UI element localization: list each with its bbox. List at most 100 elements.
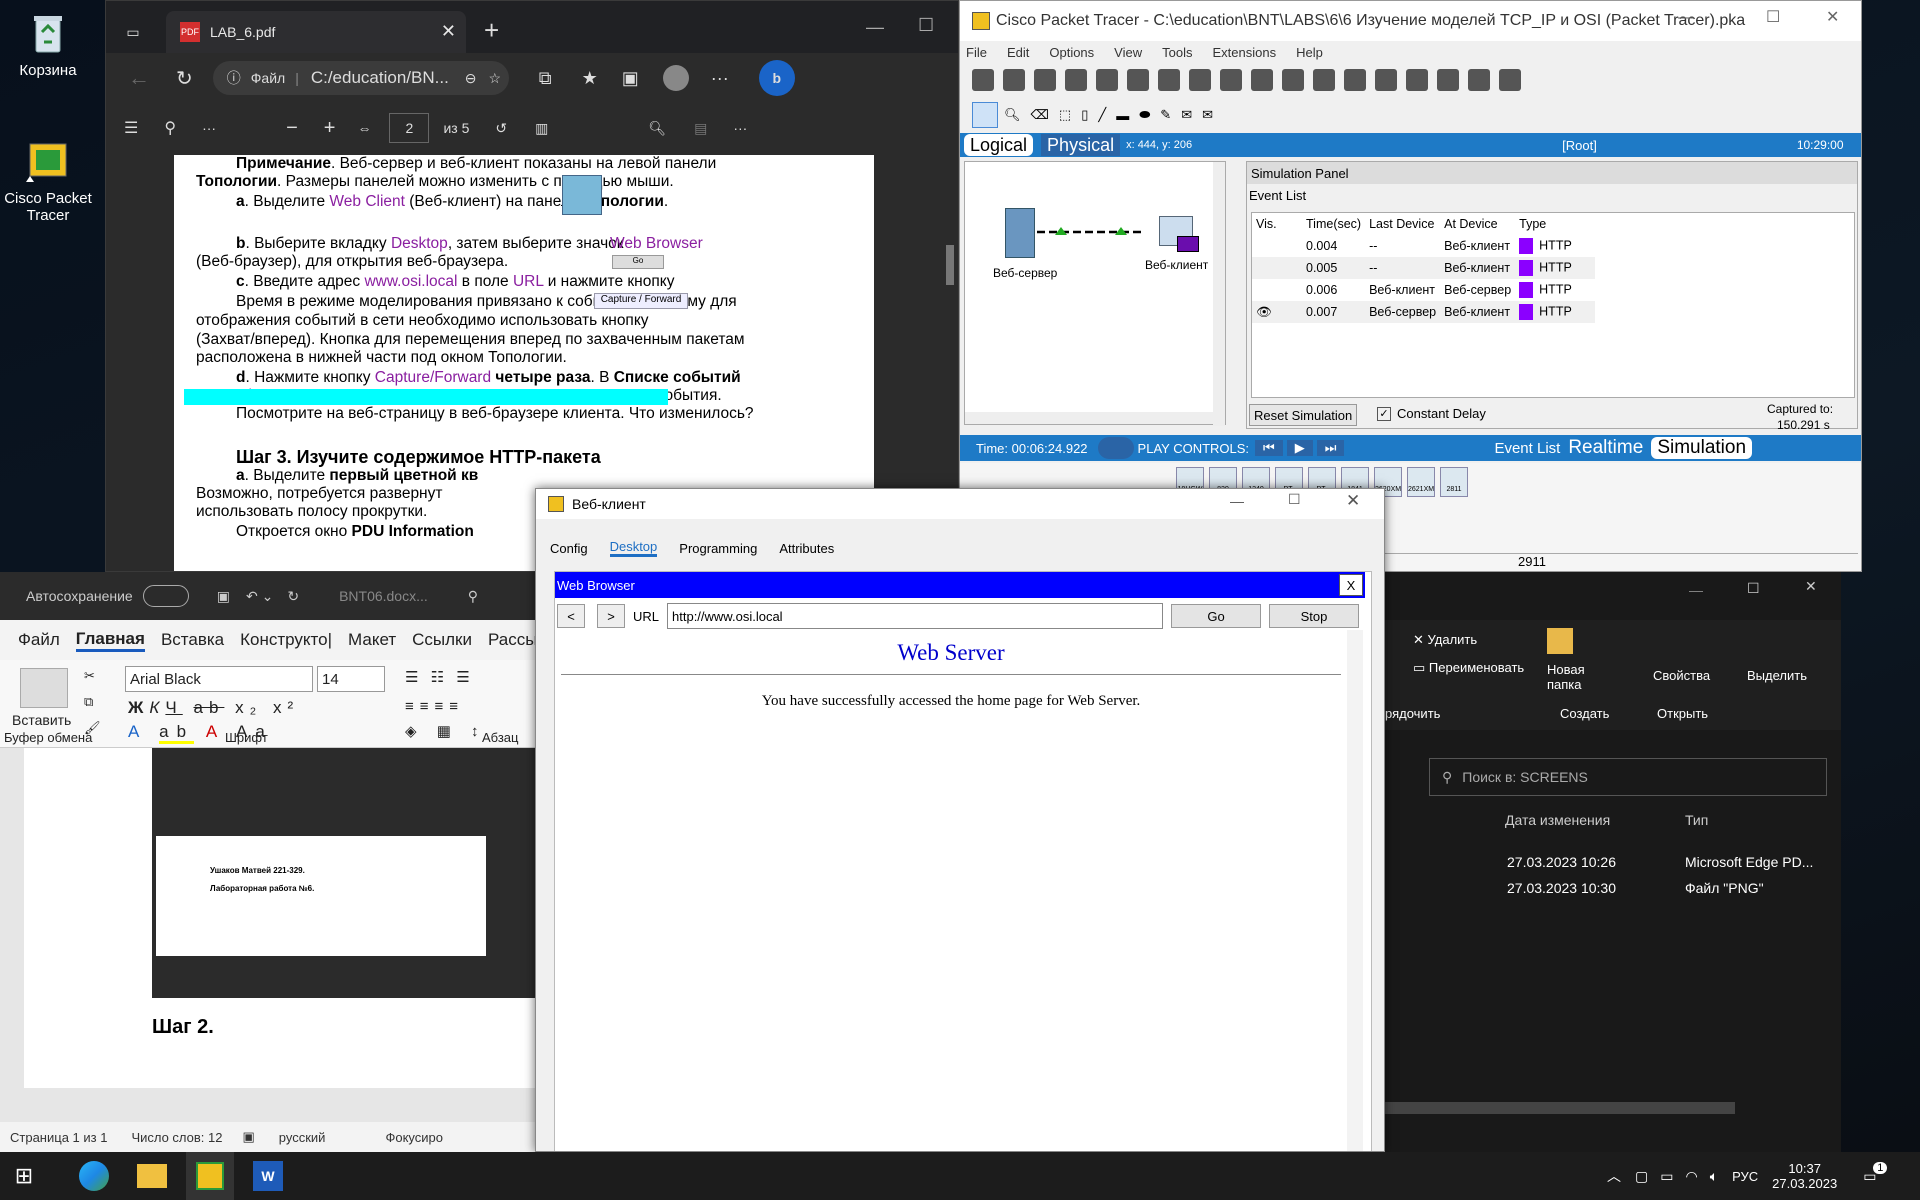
topology-canvas[interactable]: Веб-сервер Веб-клиент — [964, 161, 1226, 426]
search-icon[interactable]: ⚲ — [468, 588, 478, 605]
vis-cell[interactable] — [1252, 279, 1302, 301]
maximize-icon[interactable]: ☐ — [1766, 7, 1780, 27]
vis-cell[interactable] — [1252, 235, 1302, 257]
ribbon-tab[interactable]: Файл — [18, 630, 60, 650]
menu-item[interactable]: File — [966, 45, 987, 60]
page-view-icon[interactable]: ▥ — [535, 120, 548, 137]
inspect-icon[interactable]: 🔍︎ — [1004, 107, 1021, 123]
status-focus[interactable]: Фокусиро — [385, 1130, 443, 1145]
favorites-icon[interactable]: ★ — [582, 68, 598, 89]
column-header[interactable]: At Device — [1440, 213, 1515, 235]
fit-page-icon[interactable]: ⇔ — [357, 120, 371, 136]
notification-icon[interactable]: ▭ 1 — [1863, 1161, 1888, 1185]
packet-tracer-taskbar-icon[interactable] — [186, 1152, 234, 1200]
close-icon[interactable]: ✕ — [1826, 7, 1839, 27]
search-box[interactable]: ⚲ Поиск в: SCREENS — [1429, 758, 1827, 796]
extensions-icon[interactable]: ⧉ — [539, 68, 552, 89]
ribbon-tab[interactable]: Вставка — [161, 630, 224, 650]
col-type[interactable]: Тип — [1685, 812, 1708, 828]
more-tools-icon[interactable]: ··· — [202, 120, 216, 136]
play-icon[interactable]: ▶ — [1286, 440, 1313, 456]
close-icon[interactable]: ✕ — [1805, 578, 1817, 595]
maximize-icon[interactable]: ☐ — [1747, 580, 1760, 597]
tab-config[interactable]: Config — [550, 541, 588, 556]
tray-meet-icon[interactable]: ▢ — [1635, 1168, 1648, 1185]
save-icon[interactable]: ▤ — [694, 120, 707, 137]
topology-hscroll[interactable] — [965, 412, 1213, 424]
edge-tab[interactable]: PDF LAB_6.pdf ✕ — [166, 11, 466, 53]
ribbon-tab[interactable]: Главная — [75, 629, 145, 652]
tab-actions-icon[interactable]: ▭ — [120, 19, 146, 45]
copy-icon[interactable] — [1189, 69, 1211, 91]
physical-tab[interactable]: Physical — [1041, 134, 1121, 156]
delete-icon[interactable]: ⌫ — [1031, 107, 1049, 123]
bing-icon[interactable]: b — [758, 60, 795, 96]
minimize-icon[interactable]: — — [1689, 582, 1703, 598]
zoom-in-icon[interactable] — [1313, 69, 1335, 91]
cluster-icon[interactable] — [1468, 69, 1490, 91]
forward-step-icon[interactable]: ⏭ — [1316, 440, 1345, 456]
maximize-icon[interactable]: ☐ — [918, 15, 934, 36]
highlight-icon[interactable]: ⚲ — [164, 118, 176, 138]
column-header[interactable]: Vis. — [1252, 213, 1302, 235]
packet-tracer-shortcut[interactable]: Cisco Packet Tracer — [0, 136, 96, 224]
new-icon[interactable] — [972, 69, 994, 91]
shading-buttons[interactable]: ◈ ▦ ↕ — [405, 722, 487, 740]
network-wizard-icon[interactable] — [1127, 69, 1149, 91]
font-name-select[interactable]: Arial Black — [125, 666, 313, 692]
viewport-icon[interactable] — [1499, 69, 1521, 91]
tray-chevron-icon[interactable]: ︿ — [1607, 1166, 1621, 1186]
simple-pdu-icon[interactable]: ✉ — [1181, 107, 1192, 123]
delete-button[interactable]: ✕ Удалить — [1413, 632, 1477, 648]
paste-icon[interactable] — [20, 668, 68, 708]
rotate-icon[interactable]: ↺ — [495, 120, 507, 137]
clock[interactable]: 10:37 27.03.2023 — [1772, 1161, 1837, 1191]
note-icon[interactable]: ▯ — [1081, 107, 1088, 123]
menu-item[interactable]: Tools — [1162, 45, 1192, 60]
menu-item[interactable]: Edit — [1007, 45, 1029, 60]
redo-icon[interactable] — [1282, 69, 1304, 91]
simulation-tab[interactable]: Simulation — [1651, 437, 1753, 459]
zoom-in-icon[interactable]: + — [324, 117, 336, 140]
table-row[interactable]: 0.006 Веб-клиент Веб-сервер HTTP — [1252, 279, 1595, 301]
undo-icon[interactable] — [1251, 69, 1273, 91]
browser-scrollbar[interactable] — [1347, 630, 1363, 1151]
favorite-add-icon[interactable]: ☆ — [489, 70, 502, 87]
ribbon-tab[interactable]: Рассыл — [488, 630, 540, 650]
go-button[interactable]: Go — [1171, 604, 1262, 628]
page-number-input[interactable]: 2 — [389, 113, 430, 143]
ribbon-tab[interactable]: Конструкто| — [240, 630, 332, 650]
tab-desktop[interactable]: Desktop — [609, 539, 658, 557]
vis-cell[interactable]: 👁 — [1252, 301, 1302, 323]
select-button[interactable]: Выделить — [1747, 668, 1807, 683]
paste-button[interactable]: Вставить — [12, 712, 71, 728]
tab-programming[interactable]: Programming — [679, 541, 757, 556]
router-model[interactable]: 2811 — [1440, 467, 1468, 497]
save-icon[interactable]: ▣ — [217, 588, 230, 605]
complex-pdu-icon[interactable]: ✉ — [1202, 107, 1213, 123]
col-date[interactable]: Дата изменения — [1505, 812, 1610, 828]
table-row[interactable]: 0.005 -- Веб-клиент HTTP — [1252, 257, 1596, 279]
search-icon[interactable]: 🔍︎ — [648, 120, 666, 137]
url-input[interactable]: http://www.osi.local — [667, 603, 1164, 629]
back-button[interactable]: < — [557, 604, 585, 628]
drawing-palette-icon[interactable] — [1406, 69, 1428, 91]
root-label[interactable]: [Root] — [1562, 138, 1597, 153]
start-icon[interactable]: ⊞ — [0, 1152, 48, 1200]
vis-cell[interactable] — [1252, 257, 1302, 279]
address-bar[interactable]: ⓘ Файл | C:/education/BN... ⊖ ☆ — [212, 61, 509, 95]
select-icon[interactable] — [972, 102, 998, 128]
topology-vscroll[interactable] — [1213, 162, 1225, 426]
maximize-icon[interactable]: ☐ — [1288, 491, 1301, 508]
table-row[interactable]: 👁 0.007 Веб-сервер Веб-клиент HTTP — [1252, 301, 1596, 323]
ribbon-tab[interactable]: Макет — [348, 630, 396, 650]
wifi-icon[interactable]: ◠ — [1685, 1168, 1697, 1185]
print-icon[interactable] — [1065, 69, 1087, 91]
close-tab-icon[interactable]: ✕ — [441, 21, 456, 42]
table-row[interactable]: 0.004 -- Веб-клиент HTTP — [1252, 235, 1595, 257]
edge-taskbar-icon[interactable] — [70, 1152, 118, 1200]
autosave-toggle[interactable] — [142, 585, 189, 607]
activity-wizard-icon[interactable] — [1158, 69, 1180, 91]
logical-tab[interactable]: Logical — [964, 134, 1034, 156]
paste-icon[interactable] — [1220, 69, 1242, 91]
